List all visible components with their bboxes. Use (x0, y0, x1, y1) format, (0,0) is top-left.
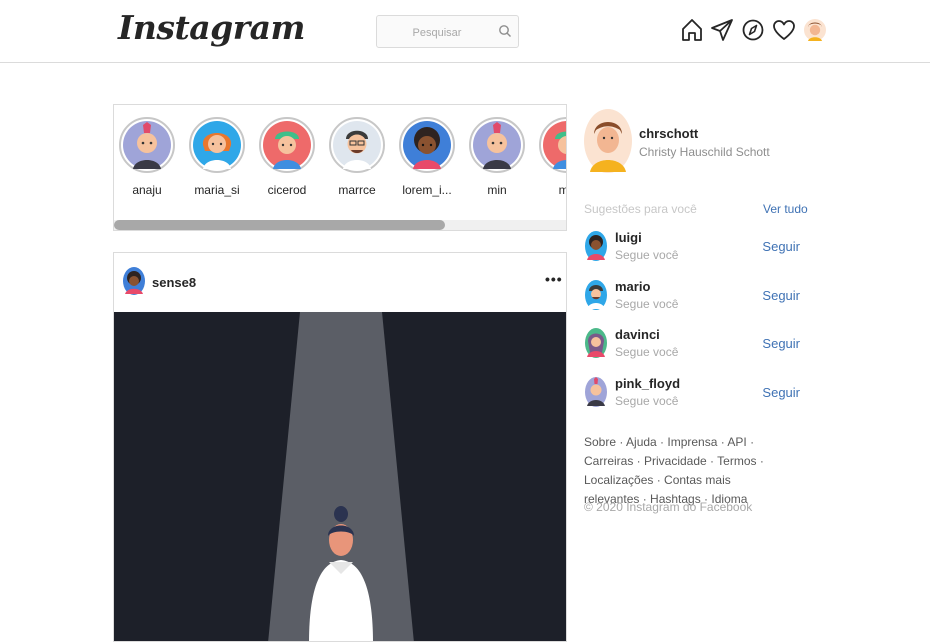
suggestion-avatar[interactable] (584, 230, 608, 262)
stories-scrollbar[interactable] (114, 220, 566, 230)
suggestion-item: luigi Segue você Seguir (584, 230, 800, 270)
suggestion-desc: Segue você (615, 345, 679, 359)
top-navbar: Instagram (0, 0, 930, 63)
profile-avatar[interactable] (803, 17, 827, 43)
story-username: lorem_i... (402, 183, 452, 197)
story-item[interactable]: lorem_i... (397, 117, 457, 197)
story-username: cicerod (267, 183, 307, 197)
suggestion-avatar[interactable] (584, 376, 608, 408)
see-all-link[interactable]: Ver tudo (763, 202, 808, 216)
current-user-username[interactable]: chrschott (639, 126, 698, 141)
direct-icon[interactable] (710, 17, 734, 43)
story-username: anaju (132, 183, 162, 197)
story-avatar[interactable] (259, 117, 315, 173)
story-avatar[interactable] (189, 117, 245, 173)
story-avatar[interactable] (399, 117, 455, 173)
current-user-avatar[interactable] (584, 108, 632, 174)
follow-button[interactable]: Seguir (762, 336, 800, 351)
suggestion-avatar[interactable] (584, 327, 608, 359)
story-username: ma (537, 183, 566, 197)
follow-button[interactable]: Seguir (762, 385, 800, 400)
story-item[interactable]: marrce (327, 117, 387, 197)
more-options-button[interactable]: ••• (545, 271, 563, 287)
suggestion-item: davinci Segue você Seguir (584, 327, 800, 367)
story-avatar[interactable] (119, 117, 175, 173)
follow-button[interactable]: Seguir (762, 239, 800, 254)
post-author-avatar[interactable] (122, 266, 146, 296)
story-username: marrce (338, 183, 376, 197)
suggestions-title: Sugestões para você (584, 202, 697, 216)
copyright-text: © 2020 Instagram do Facebook (584, 500, 753, 514)
suggestion-avatar[interactable] (584, 279, 608, 311)
spotlight-illustration (114, 312, 566, 641)
suggestion-username[interactable]: pink_floyd (615, 376, 680, 391)
post-image[interactable] (114, 312, 566, 641)
suggestion-desc: Segue você (615, 297, 679, 311)
post-header: sense8 ••• (114, 253, 566, 312)
story-item[interactable]: min (467, 117, 527, 197)
suggestion-desc: Segue você (615, 248, 679, 262)
instagram-logo[interactable]: Instagram (118, 8, 305, 47)
current-user-fullname: Christy Hauschild Schott (639, 145, 770, 159)
story-item[interactable]: cicerod (257, 117, 317, 197)
search-icon (499, 25, 511, 37)
story-avatar[interactable] (469, 117, 525, 173)
suggestion-username[interactable]: mario (615, 279, 650, 294)
post-author-username[interactable]: sense8 (152, 275, 196, 290)
footer-links[interactable]: Sobre · Ajuda · Imprensa · API · Carreir… (584, 433, 789, 509)
heart-icon[interactable] (772, 17, 796, 43)
suggestion-desc: Segue você (615, 394, 679, 408)
suggestion-username[interactable]: davinci (615, 327, 660, 342)
story-item[interactable]: ma (537, 117, 566, 197)
home-icon[interactable] (680, 17, 704, 43)
story-avatar[interactable] (329, 117, 385, 173)
scrollbar-thumb[interactable] (114, 220, 445, 230)
story-username: maria_si (194, 183, 240, 197)
search-input[interactable] (385, 22, 489, 44)
story-item[interactable]: anaju (117, 117, 177, 197)
stories-tray: anaju maria_si cicerod marrce lorem_i...… (113, 104, 567, 231)
explore-icon[interactable] (741, 17, 765, 43)
story-avatar[interactable] (539, 117, 566, 173)
follow-button[interactable]: Seguir (762, 288, 800, 303)
story-item[interactable]: maria_si (187, 117, 247, 197)
story-username: min (487, 183, 507, 197)
suggestion-item: mario Segue você Seguir (584, 279, 800, 319)
search-box[interactable] (376, 15, 519, 48)
suggestion-item: pink_floyd Segue você Seguir (584, 376, 800, 416)
feed-post: sense8 ••• (113, 252, 567, 642)
suggestion-username[interactable]: luigi (615, 230, 642, 245)
